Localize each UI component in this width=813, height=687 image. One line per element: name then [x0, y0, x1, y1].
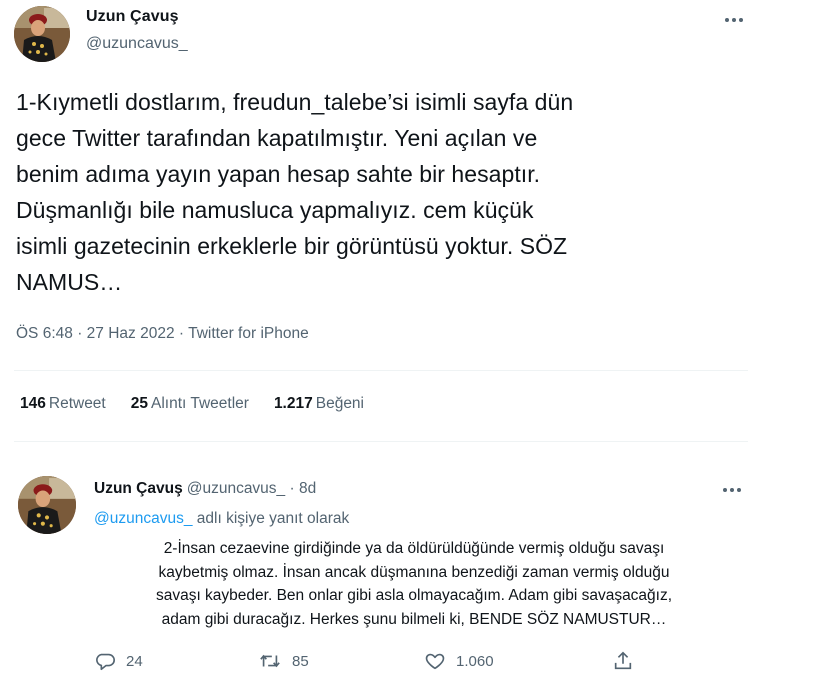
divider	[14, 441, 748, 442]
replying-to: @uzuncavus_ adlı kişiye yanıt olarak	[94, 510, 349, 528]
reply-text: 2-İnsan cezaevine girdiğinde ya da öldür…	[94, 537, 734, 631]
replying-suffix: adlı kişiye yanıt olarak	[192, 510, 350, 527]
retweet-icon	[260, 654, 280, 668]
retweets-count: 146	[20, 395, 46, 412]
reply-icon	[96, 653, 115, 671]
retweets-label: Retweet	[48, 395, 106, 412]
reply-author-name[interactable]: Uzun Çavuş	[94, 480, 183, 497]
reply-text-line: kaybetmiş olmaz. İnsan ancak düşmanına b…	[158, 563, 670, 581]
avatar[interactable]	[18, 476, 76, 534]
reply-actions: 24 85 1.060	[94, 650, 654, 678]
tweet-source[interactable]: Twitter for iPhone	[188, 325, 309, 342]
likes-count: 1.217	[273, 395, 313, 412]
author-handle[interactable]: @uzuncavus_	[86, 35, 188, 53]
likes-label: Beğeni	[315, 395, 364, 412]
reply-button[interactable]: 24	[94, 650, 143, 672]
tweet-date[interactable]: 27 Haz 2022	[87, 325, 175, 342]
share-button[interactable]	[612, 650, 634, 672]
quotes-stat[interactable]: 25 Alıntı Tweetler	[131, 395, 249, 413]
quotes-label: Alıntı Tweetler	[151, 395, 249, 412]
reply-text-line: savaşı kaybeder. Ben onlar gibi asla olm…	[155, 587, 673, 604]
ellipsis-icon[interactable]	[722, 8, 746, 32]
meta-separator: ·	[289, 480, 295, 497]
avatar-image	[18, 476, 76, 534]
share-icon	[614, 651, 632, 670]
heart-icon	[425, 653, 445, 670]
reply-header: Uzun Çavuş @uzuncavus_ · 8d	[94, 480, 316, 498]
tweet-text: 1-Kıymetli dostlarım, freudun_talebe’si …	[16, 89, 574, 295]
avatar[interactable]	[14, 6, 70, 62]
reply-text-line: adam gibi duracağız. Herkes şunu bilmeli…	[161, 610, 667, 628]
quotes-count: 25	[130, 395, 148, 412]
avatar-image	[14, 6, 70, 62]
reply-author-handle[interactable]: @uzuncavus_	[187, 480, 285, 497]
author-name[interactable]: Uzun Çavuş	[86, 8, 179, 26]
retweets-stat[interactable]: 146 Retweet	[20, 395, 106, 413]
tweet-stats: 146 Retweet 25 Alıntı Tweetler 1.217 Beğeni	[20, 395, 364, 413]
ellipsis-icon[interactable]	[720, 478, 744, 502]
meta-separator: ·	[178, 325, 185, 342]
likes-stat[interactable]: 1.217 Beğeni	[274, 395, 364, 413]
meta-separator: ·	[77, 325, 83, 342]
reply-time[interactable]: 8d	[299, 480, 316, 497]
tweet-meta: ÖS 6:48 · 27 Haz 2022 · Twitter for iPho…	[16, 325, 309, 343]
retweet-button[interactable]: 85	[258, 650, 309, 672]
divider	[14, 370, 748, 371]
retweet-count: 85	[292, 652, 309, 670]
like-count: 1.060	[456, 652, 494, 670]
like-button[interactable]: 1.060	[424, 650, 494, 672]
reply-mention[interactable]: @uzuncavus_	[94, 510, 192, 527]
tweet-time[interactable]: ÖS 6:48	[16, 325, 73, 342]
reply-count: 24	[126, 652, 143, 670]
reply-text-line: 2-İnsan cezaevine girdiğinde ya da öldür…	[163, 540, 665, 557]
